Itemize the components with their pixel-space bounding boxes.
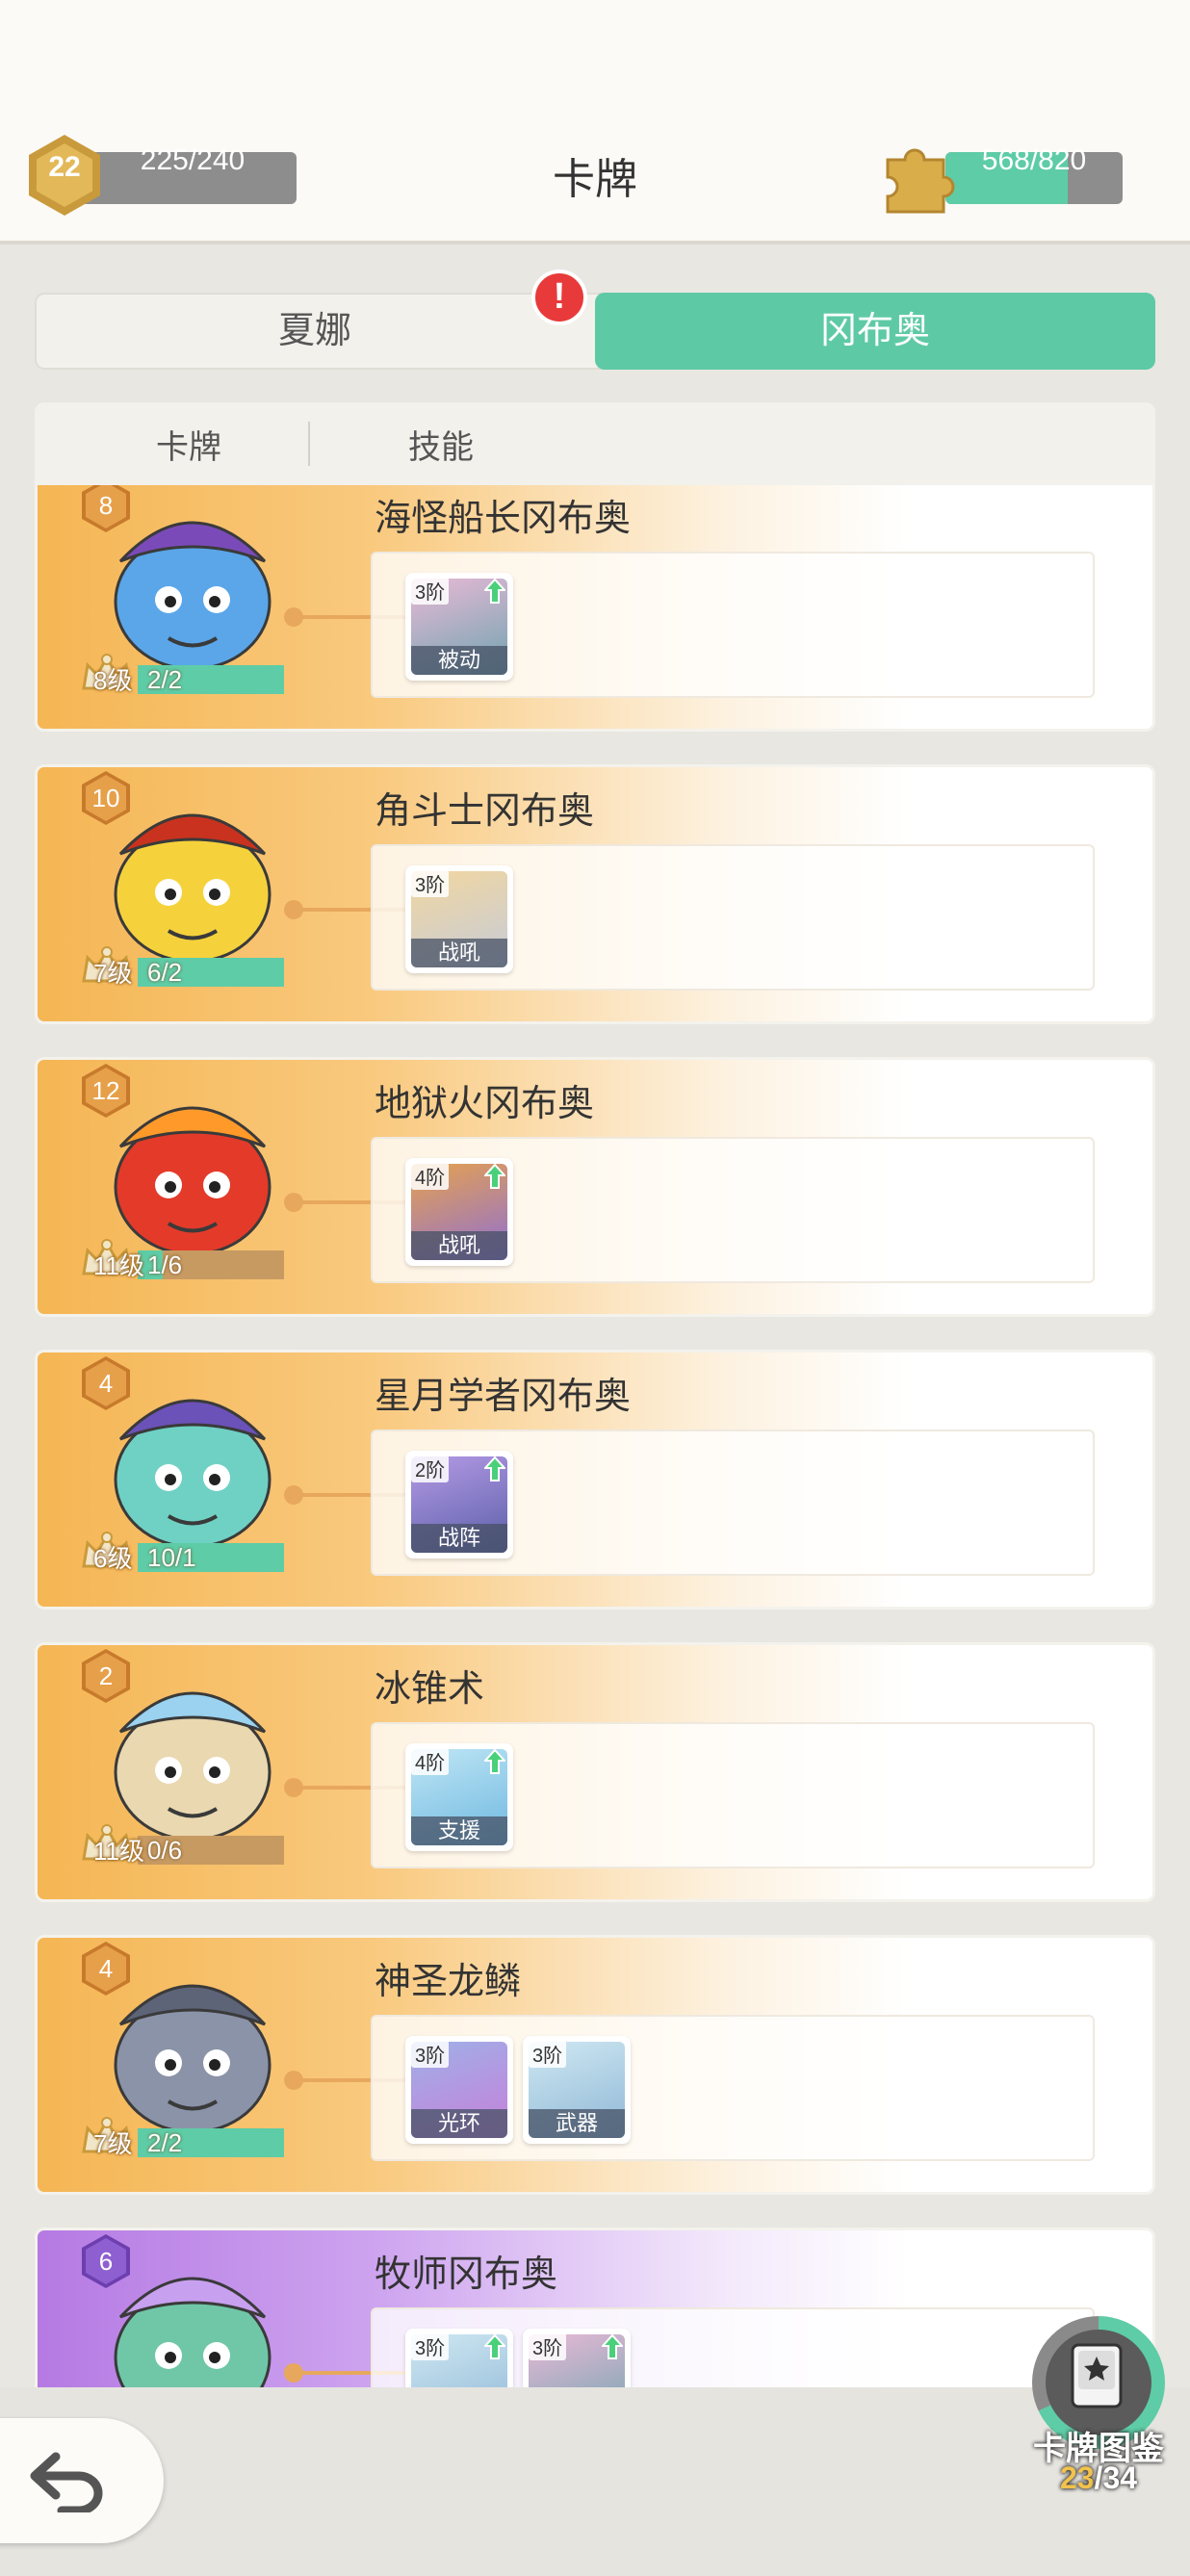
upgrade-arrow-icon [484,579,505,604]
card-progress-bar: 1/6 [138,1250,284,1279]
skill-icon-button[interactable]: 4阶支援 [405,1743,513,1851]
card-item[interactable]: 10 6/2 7级 角斗士冈布奥 3阶战吼 [35,764,1155,1024]
tab-shana[interactable]: 夏娜 [35,293,595,370]
card-progress-bar: 6/2 [138,958,284,987]
card-level: 8级 [93,666,133,695]
card-cost: 4 [86,1360,126,1406]
upgrade-arrow-icon [484,1456,505,1481]
subtab-cards[interactable]: 卡牌 [156,402,221,485]
collection-total: 34 [1102,2460,1138,2495]
card-cost: 10 [86,775,126,821]
card-cost: 2 [86,1653,126,1699]
upgrade-arrow-icon [602,2334,623,2359]
card-item[interactable]: 6 牧师冈布奥 3阶 3阶 [35,2228,1155,2387]
bottom-bar [0,2387,1190,2576]
hero-tabs: 夏娜 冈布奥 [35,293,1155,370]
card-cost: 12 [86,1068,126,1114]
skill-icon-button[interactable]: 4阶战吼 [405,1158,513,1266]
skill-box: 4阶战吼 [371,1137,1095,1283]
skill-box: 3阶被动 [371,552,1095,698]
card-progress-bar: 10/1 [138,1543,284,1572]
card-level: 6级 [93,1544,133,1573]
sub-tabs: 卡牌 技能 [35,402,1155,485]
card-progress-text: 2/2 [147,665,183,694]
upgrade-arrow-icon [484,2334,505,2359]
skill-tier: 3阶 [411,869,450,897]
card-name: 冰锥术 [375,1669,485,1710]
skill-name: 光环 [411,2109,507,2138]
skill-box: 2阶战阵 [371,1430,1095,1576]
tab-gumball[interactable]: 冈布奥 [595,293,1155,370]
skill-tier: 3阶 [529,2040,567,2068]
skill-icon-button[interactable]: 3阶被动 [405,573,513,681]
card-progress-bar: 2/2 [138,2128,284,2157]
card-progress-text: 1/6 [147,1250,183,1279]
alert-icon: ! [531,270,587,325]
skill-name: 武器 [529,2109,625,2138]
card-item[interactable]: 2 0/6 11级 冰锥术 4阶支援 [35,1642,1155,1902]
card-list[interactable]: 8 2/2 8级 海怪船长冈布奥 3阶 被动 10 6/2 7级 角斗士冈布奥 3阶 战吼 12 1/6 1… [0,485,1190,2387]
subtab-skills[interactable]: 技能 [408,402,474,485]
subtab-divider [308,422,310,466]
card-level: 7级 [93,2129,133,2158]
card-level: 7级 [93,959,133,988]
skill-name: 战阵 [411,1524,507,1553]
skill-box: 4阶支援 [371,1722,1095,1868]
card-name: 星月学者冈布奥 [375,1377,632,1417]
skill-tier: 3阶 [529,2332,567,2360]
skill-tier: 3阶 [411,2040,450,2068]
card-item[interactable]: 4 10/1 6级 星月学者冈布奥 2阶战阵 [35,1350,1155,1610]
skill-icon-button[interactable]: 3阶 [523,2329,631,2387]
skill-tier: 4阶 [411,1162,450,1190]
skill-icon-button[interactable]: 3阶光环 [405,2036,513,2144]
card-name: 地狱火冈布奥 [375,1084,595,1124]
skill-icon-button[interactable]: 3阶 [405,2329,513,2387]
card-progress-bar: 2/2 [138,665,284,694]
puzzle-icon [886,148,955,214]
card-name: 神圣龙鳞 [375,1962,522,2002]
card-cost: 6 [86,2238,126,2284]
card-collection-count: 23/34 [1026,2460,1171,2496]
skill-icon-button[interactable]: 3阶武器 [523,2036,631,2144]
card-cost: 4 [86,1945,126,1992]
card-collection-icon [1071,2343,1123,2409]
card-level: 11级 [93,1837,144,1866]
back-arrow-icon [30,2452,103,2512]
puzzle-text: 568/820 [981,144,1087,176]
card-progress-text: 10/1 [147,1543,196,1572]
skill-box: 3阶 光环 3阶 武器 [371,2015,1095,2161]
skill-name: 被动 [411,646,507,675]
card-name: 角斗士冈布奥 [375,791,595,832]
skill-tier: 4阶 [411,1747,450,1775]
card-item[interactable]: 8 2/2 8级 海怪船长冈布奥 3阶被动 [35,485,1155,732]
upgrade-arrow-icon [484,1164,505,1189]
card-progress-text: 0/6 [147,1836,183,1865]
skill-tier: 2阶 [411,1455,450,1482]
skill-box: 3阶战吼 [371,844,1095,991]
top-bar: 225/240 22 卡牌 568/820 [0,0,1190,245]
card-cost: 8 [86,485,126,528]
card-progress-bar: 0/6 [138,1836,284,1865]
collection-current: 23 [1059,2460,1095,2495]
upgrade-arrow-icon [484,1749,505,1774]
skill-icon-button[interactable]: 3阶战吼 [405,865,513,973]
card-progress-text: 2/2 [147,2128,183,2157]
card-item[interactable]: 12 1/6 11级 地狱火冈布奥 4阶战吼 [35,1057,1155,1317]
skill-name: 支援 [411,1816,507,1845]
skill-tier: 3阶 [411,577,450,605]
card-name: 海怪船长冈布奥 [375,499,632,539]
skill-name: 战吼 [411,1231,507,1260]
back-button[interactable] [0,2418,164,2543]
card-level: 11级 [93,1251,144,1280]
skill-name: 战吼 [411,939,507,967]
card-progress-text: 6/2 [147,958,183,987]
card-name: 牧师冈布奥 [375,2254,558,2295]
skill-icon-button[interactable]: 2阶战阵 [405,1451,513,1558]
skill-box: 3阶 3阶 [371,2307,1095,2387]
card-item[interactable]: 4 2/2 7级 神圣龙鳞 3阶 光环 3阶 武器 [35,1935,1155,2195]
skill-tier: 3阶 [411,2332,450,2360]
